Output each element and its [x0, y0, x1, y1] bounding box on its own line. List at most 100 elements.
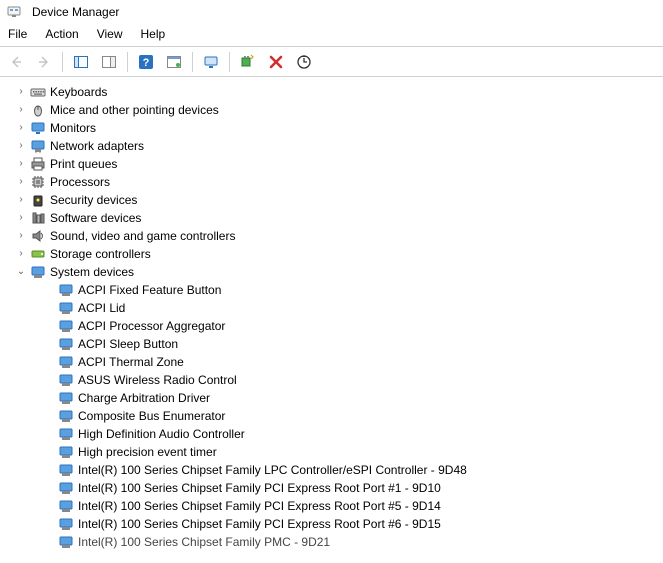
keyboard-icon — [30, 84, 46, 100]
uninstall-button[interactable] — [264, 50, 288, 74]
tree-item[interactable]: Intel(R) 100 Series Chipset Family PCI E… — [4, 497, 663, 515]
tree-category-label: Processors — [50, 173, 110, 191]
menu-action[interactable]: Action — [45, 27, 78, 41]
back-button[interactable] — [4, 50, 28, 74]
chevron-right-icon[interactable]: › — [14, 175, 28, 189]
device-tree[interactable]: ›Keyboards›Mice and other pointing devic… — [0, 77, 663, 563]
tree-category[interactable]: › Storage controllers — [4, 245, 663, 263]
help-icon: ? — [138, 54, 154, 70]
tree-category[interactable]: › Security devices — [4, 191, 663, 209]
show-hide-tree-button[interactable] — [69, 50, 93, 74]
chip-icon — [58, 426, 74, 442]
chip-icon — [58, 318, 74, 334]
menu-view[interactable]: View — [97, 27, 123, 41]
network-icon — [30, 138, 46, 154]
menu-help[interactable]: Help — [141, 27, 166, 41]
chip-icon — [58, 480, 74, 496]
tree-item-label: ACPI Fixed Feature Button — [78, 281, 221, 299]
tree-pane-icon — [73, 54, 89, 70]
tree-category-label: Network adapters — [50, 137, 144, 155]
tree-category[interactable]: › Processors — [4, 173, 663, 191]
scan-icon — [296, 54, 312, 70]
tree-category-label: Monitors — [50, 119, 96, 137]
tree-category[interactable]: › Sound, video and game controllers — [4, 227, 663, 245]
menu-file[interactable]: File — [8, 27, 27, 41]
tree-category-label: Security devices — [50, 191, 137, 209]
titlebar: Device Manager — [0, 0, 663, 24]
toolbar: ? — [0, 47, 663, 77]
app-icon — [6, 4, 22, 20]
tree-item[interactable]: ACPI Sleep Button — [4, 335, 663, 353]
chevron-right-icon[interactable]: › — [14, 121, 28, 135]
uninstall-icon — [268, 54, 284, 70]
tree-item[interactable]: ACPI Fixed Feature Button — [4, 281, 663, 299]
tree-item[interactable]: Intel(R) 100 Series Chipset Family PMC -… — [4, 533, 663, 551]
chip-icon — [58, 534, 74, 550]
storage-icon — [30, 246, 46, 262]
tree-category-label: Mice and other pointing devices — [50, 101, 219, 119]
chevron-right-icon[interactable]: › — [14, 139, 28, 153]
tree-item[interactable]: High Definition Audio Controller — [4, 425, 663, 443]
tree-category[interactable]: › Network adapters — [4, 137, 663, 155]
action-pane-button[interactable] — [162, 50, 186, 74]
tree-item[interactable]: Composite Bus Enumerator — [4, 407, 663, 425]
tree-item-label: Intel(R) 100 Series Chipset Family LPC C… — [78, 461, 467, 479]
system-icon — [30, 264, 46, 280]
tree-item-label: ASUS Wireless Radio Control — [78, 371, 237, 389]
tree-item[interactable]: ACPI Processor Aggregator — [4, 317, 663, 335]
tree-category[interactable]: ›Keyboards — [4, 83, 663, 101]
tree-category-label: Storage controllers — [50, 245, 151, 263]
chip-icon — [58, 516, 74, 532]
chip-icon — [58, 444, 74, 460]
menubar: File Action View Help — [0, 24, 663, 46]
toolbar-divider — [192, 52, 193, 72]
chevron-right-icon[interactable]: › — [14, 193, 28, 207]
svg-text:?: ? — [143, 57, 150, 69]
chevron-right-icon[interactable]: › — [14, 229, 28, 243]
chip-icon — [58, 390, 74, 406]
chip-icon — [58, 462, 74, 478]
help-button[interactable]: ? — [134, 50, 158, 74]
tree-item-label: Composite Bus Enumerator — [78, 407, 225, 425]
forward-button[interactable] — [32, 50, 56, 74]
chevron-right-icon[interactable]: › — [14, 247, 28, 261]
tree-category[interactable]: ⌄ System devices — [4, 263, 663, 281]
chevron-right-icon[interactable]: › — [14, 211, 28, 225]
device-manager-window: Device Manager File Action View Help — [0, 0, 663, 563]
window-title: Device Manager — [32, 5, 119, 19]
tree-item[interactable]: ASUS Wireless Radio Control — [4, 371, 663, 389]
chevron-right-icon[interactable]: › — [14, 85, 28, 99]
tree-item[interactable]: High precision event timer — [4, 443, 663, 461]
tree-item[interactable]: Charge Arbitration Driver — [4, 389, 663, 407]
tree-category[interactable]: › Mice and other pointing devices — [4, 101, 663, 119]
tree-item[interactable]: Intel(R) 100 Series Chipset Family PCI E… — [4, 515, 663, 533]
tree-item-label: ACPI Thermal Zone — [78, 353, 184, 371]
update-driver-button[interactable] — [199, 50, 223, 74]
scan-button[interactable] — [292, 50, 316, 74]
tree-item-label: High precision event timer — [78, 443, 217, 461]
tree-category[interactable]: › Monitors — [4, 119, 663, 137]
tree-item[interactable]: ACPI Thermal Zone — [4, 353, 663, 371]
tree-item[interactable]: Intel(R) 100 Series Chipset Family LPC C… — [4, 461, 663, 479]
tree-category[interactable]: ›Print queues — [4, 155, 663, 173]
chevron-right-icon[interactable]: › — [14, 157, 28, 171]
tree-item-label: High Definition Audio Controller — [78, 425, 245, 443]
tree-item[interactable]: ACPI Lid — [4, 299, 663, 317]
security-icon — [30, 192, 46, 208]
chip-icon — [58, 282, 74, 298]
tree-item-label: ACPI Lid — [78, 299, 125, 317]
monitor-icon — [30, 120, 46, 136]
chevron-down-icon[interactable]: ⌄ — [14, 265, 28, 279]
tree-category-label: System devices — [50, 263, 134, 281]
mouse-icon — [30, 102, 46, 118]
tree-item[interactable]: Intel(R) 100 Series Chipset Family PCI E… — [4, 479, 663, 497]
software-icon — [30, 210, 46, 226]
tree-item-label: Intel(R) 100 Series Chipset Family PCI E… — [78, 515, 441, 533]
tree-item-label: Intel(R) 100 Series Chipset Family PMC -… — [78, 533, 330, 551]
add-legacy-button[interactable] — [236, 50, 260, 74]
tree-category[interactable]: ›Software devices — [4, 209, 663, 227]
tree-item-label: Intel(R) 100 Series Chipset Family PCI E… — [78, 497, 441, 515]
tree-category-label: Sound, video and game controllers — [50, 227, 235, 245]
chevron-right-icon[interactable]: › — [14, 103, 28, 117]
properties-button[interactable] — [97, 50, 121, 74]
